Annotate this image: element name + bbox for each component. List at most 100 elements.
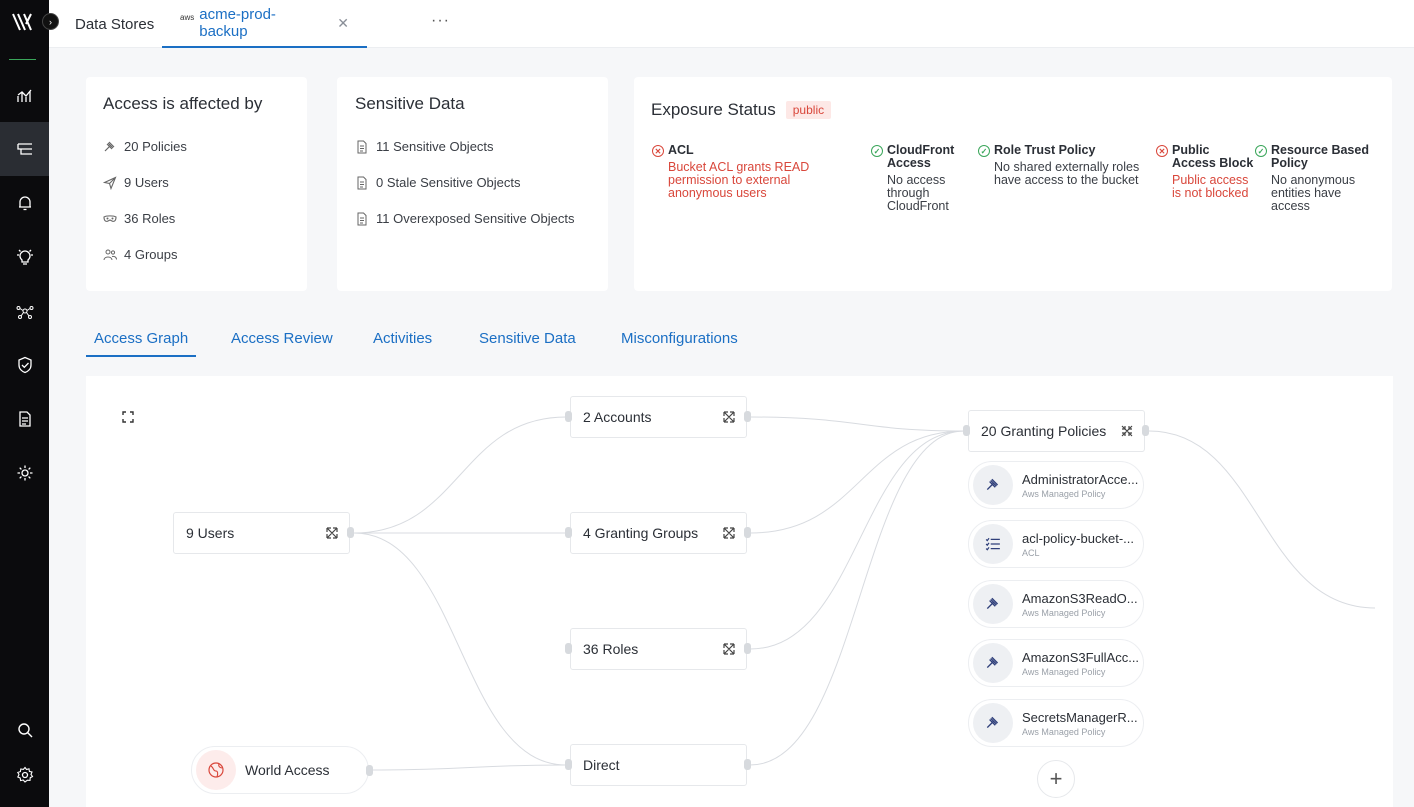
exposure-role-trust[interactable]: ✓ Role Trust Policy No shared externally …: [978, 144, 1156, 187]
exposure-acl[interactable]: ✕ ACL Bucket ACL grants READ permission t…: [652, 144, 812, 200]
tab-acme-prod-backup[interactable]: aws acme-prod-backup ✕: [162, 0, 367, 48]
logo-underline: [9, 59, 36, 60]
gavel-icon: [973, 584, 1013, 624]
connector-dot: [565, 759, 572, 770]
connector-dot: [744, 411, 751, 422]
policy-node[interactable]: AmazonS3ReadO... Aws Managed Policy: [968, 580, 1144, 628]
file-icon: [357, 176, 367, 189]
node-granting-groups[interactable]: 4 Granting Groups: [570, 512, 747, 554]
overexposed-sensitive-objects[interactable]: 11 Overexposed Sensitive Objects: [355, 211, 574, 226]
nav-settings[interactable]: [0, 748, 49, 802]
node-direct[interactable]: Direct: [570, 744, 747, 786]
nav-reports[interactable]: [0, 392, 49, 446]
policy-node[interactable]: SecretsManagerR... Aws Managed Policy: [968, 699, 1144, 747]
connector-dot: [565, 643, 572, 654]
world-icon: [196, 750, 236, 790]
expand-icon[interactable]: [722, 526, 736, 540]
nav-graph[interactable]: [0, 284, 49, 338]
close-icon[interactable]: ✕: [337, 15, 349, 32]
aws-icon: aws: [180, 13, 195, 22]
status-badge: public: [785, 101, 832, 119]
send-icon: [103, 175, 117, 190]
connector-dot: [565, 527, 572, 538]
exposure-header: Exposure Status public: [651, 100, 832, 120]
check-icon: ✓: [978, 145, 990, 157]
gavel-icon: [104, 141, 115, 151]
connector-dot: [565, 411, 572, 422]
gavel-icon: [973, 643, 1013, 683]
top-tab-bar: Data Stores aws acme-prod-backup ✕ ···: [49, 0, 1414, 48]
error-icon: ✕: [652, 145, 664, 157]
chevron-right-icon: ›: [49, 16, 52, 27]
expand-icon[interactable]: [722, 410, 736, 424]
shield-icon: [17, 356, 32, 374]
nav-integrations[interactable]: [0, 446, 49, 500]
connector-dot: [963, 425, 970, 436]
access-card-title: Access is affected by: [103, 94, 263, 113]
check-icon: ✓: [871, 145, 883, 157]
network-icon: [16, 306, 33, 319]
connector-dot: [347, 527, 354, 538]
roles-count[interactable]: 36 Roles: [103, 211, 175, 226]
tree-icon: [16, 143, 32, 155]
sensitive-objects[interactable]: 11 Sensitive Objects: [355, 139, 494, 154]
policy-node[interactable]: AmazonS3FullAcc... Aws Managed Policy: [968, 639, 1144, 687]
sun-icon: [17, 465, 32, 481]
policy-node[interactable]: AdministratorAcce... Aws Managed Policy: [968, 461, 1144, 509]
nav-insights[interactable]: [0, 230, 49, 284]
nav-analytics[interactable]: [0, 68, 49, 122]
access-card: Access is affected by 20 Policies 9 User…: [86, 77, 307, 291]
policies-count[interactable]: 20 Policies: [103, 139, 187, 154]
error-icon: ✕: [1156, 145, 1168, 157]
collapse-icon[interactable]: [1120, 424, 1134, 438]
tab-data-stores[interactable]: Data Stores: [75, 0, 154, 48]
document-icon: [18, 411, 31, 427]
more-tabs-button[interactable]: ···: [431, 12, 450, 30]
nav-alerts[interactable]: [0, 176, 49, 230]
expand-icon[interactable]: [722, 642, 736, 656]
logo-icon[interactable]: [11, 11, 33, 33]
users-count[interactable]: 9 Users: [103, 175, 169, 190]
check-icon: ✓: [1255, 145, 1267, 157]
groups-count[interactable]: 4 Groups: [103, 247, 177, 262]
lightbulb-icon: [16, 249, 33, 265]
sensitive-data-card: Sensitive Data 11 Sensitive Objects 0 St…: [337, 77, 608, 291]
node-accounts[interactable]: 2 Accounts: [570, 396, 747, 438]
node-roles[interactable]: 36 Roles: [570, 628, 747, 670]
fullscreen-icon[interactable]: [118, 407, 138, 427]
nav-data-stores[interactable]: [0, 122, 49, 176]
connector-dot: [744, 759, 751, 770]
expand-icon[interactable]: [325, 526, 339, 540]
connector-dot: [744, 643, 751, 654]
node-world-access[interactable]: World Access: [191, 746, 369, 794]
tab-title: acme-prod-backup: [199, 6, 276, 40]
exposure-title: Exposure Status: [651, 100, 776, 119]
connector-dot: [744, 527, 751, 538]
sidebar: [0, 0, 49, 807]
file-icon: [357, 140, 367, 153]
tab-misconfigurations[interactable]: Misconfigurations: [621, 330, 738, 355]
node-users[interactable]: 9 Users: [173, 512, 350, 554]
nav-security[interactable]: [0, 338, 49, 392]
search-icon: [17, 723, 32, 738]
exposure-public-access-block[interactable]: ✕ Public Access Block Public access is no…: [1156, 144, 1254, 200]
group-icon: [103, 249, 117, 260]
tab-sensitive-data[interactable]: Sensitive Data: [479, 330, 576, 355]
connector-dot: [1142, 425, 1149, 436]
bell-icon: [18, 196, 31, 211]
add-policy-button[interactable]: +: [1037, 760, 1075, 798]
gear-icon: [16, 766, 33, 783]
collapse-sidebar-button[interactable]: ›: [42, 13, 59, 30]
node-granting-policies[interactable]: 20 Granting Policies: [968, 410, 1145, 452]
tab-access-graph[interactable]: Access Graph: [86, 330, 197, 357]
gavel-icon: [973, 703, 1013, 743]
list-icon: [973, 524, 1013, 564]
tab-activities[interactable]: Activities: [373, 330, 432, 355]
stale-sensitive-objects[interactable]: 0 Stale Sensitive Objects: [355, 175, 521, 190]
policy-node[interactable]: acl-policy-bucket-... ACL: [968, 520, 1144, 568]
exposure-resource-policy[interactable]: ✓ Resource Based Policy No anonymous enti…: [1255, 144, 1380, 213]
chart-icon: [16, 89, 31, 102]
mask-icon: [103, 214, 117, 222]
exposure-cloudfront[interactable]: ✓ CloudFront Access No access through Clo…: [871, 144, 966, 213]
tab-access-review[interactable]: Access Review: [231, 330, 333, 355]
